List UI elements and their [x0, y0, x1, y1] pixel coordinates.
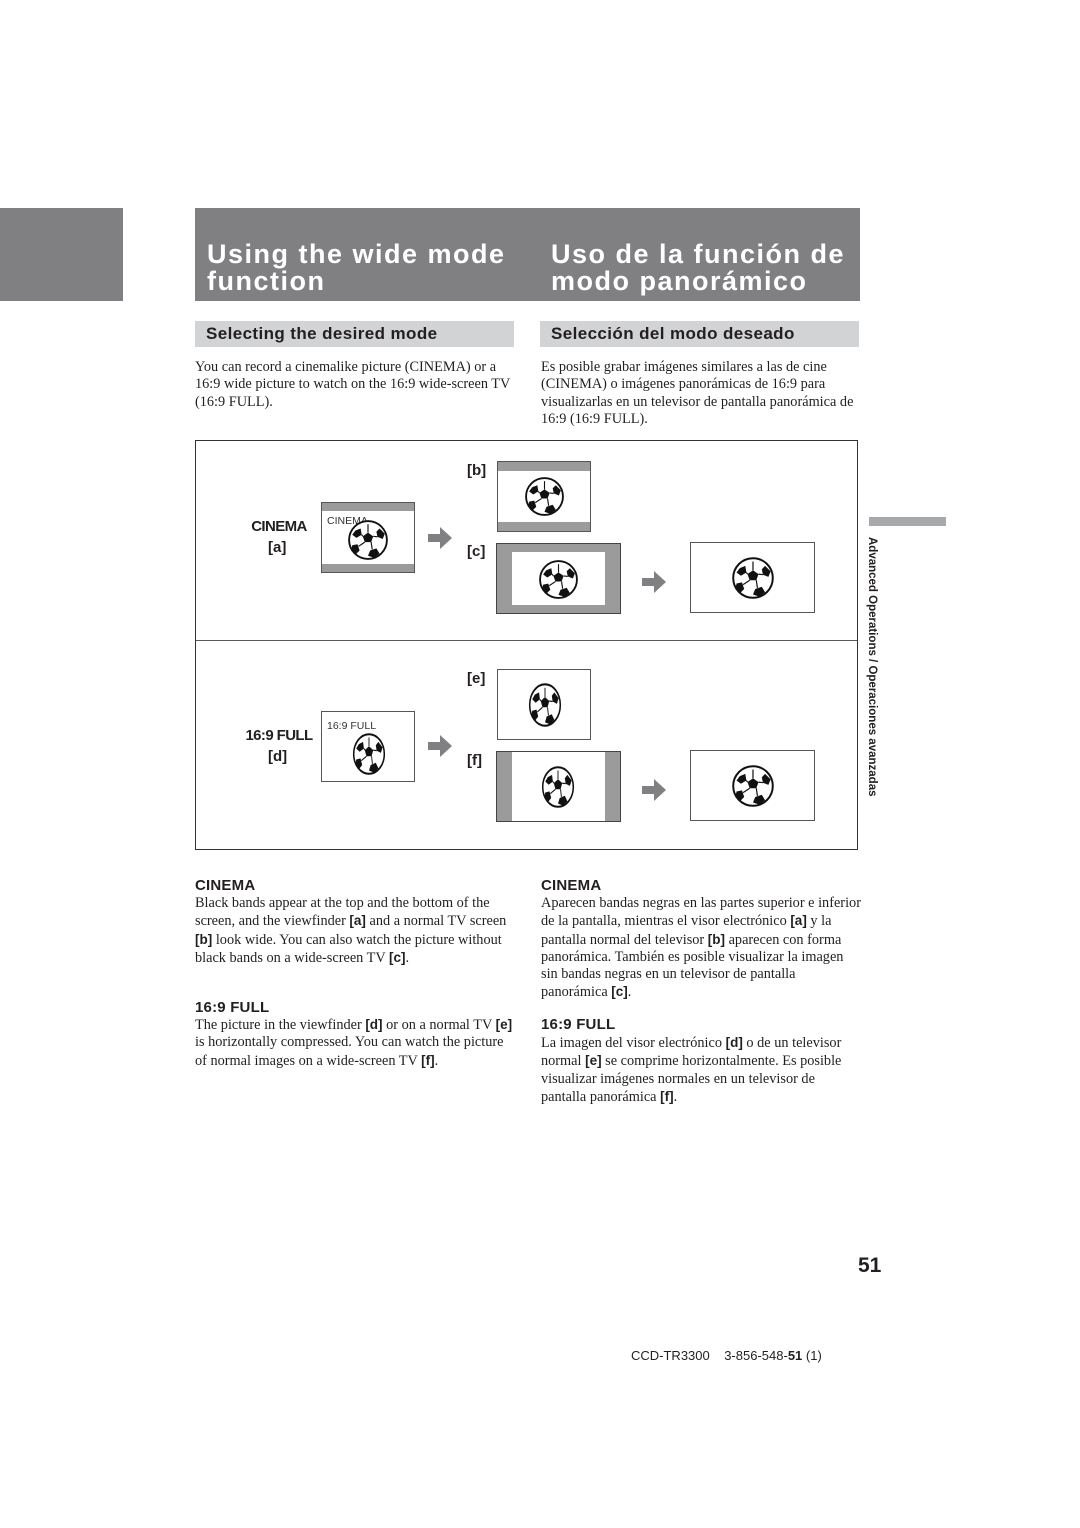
figure-ref: [c] [611, 984, 628, 1000]
bottom-band [498, 522, 590, 531]
tag-d: [d] [268, 748, 288, 765]
top-band [322, 503, 414, 511]
figure-ref: [d] [365, 1017, 383, 1032]
viewfinder-full-screen: 16:9 FULL [321, 711, 415, 782]
viewfinder-cinema-screen: CINEMA [321, 502, 415, 573]
subheading-en: Selecting the desired mode [206, 324, 438, 343]
soccer-ball-icon [352, 733, 386, 775]
arrow-right-icon [642, 571, 666, 593]
figure-ref: [a] [349, 913, 366, 929]
full-text-en: The picture in the viewfinder [d] or on … [195, 1017, 513, 1069]
wide-tv-result-full-screen [690, 750, 815, 821]
figure-ref: [a] [790, 913, 807, 929]
cinema-text-en: Black bands appear at the top and the bo… [195, 895, 507, 966]
arrow-right-icon [428, 735, 452, 757]
wide-tv-cinema-screen [496, 543, 621, 614]
page-title-en: Using the wide mode function [207, 239, 506, 296]
side-index: Advanced Operations / Operaciones avanza… [866, 537, 884, 827]
figure-ref: [b] [195, 931, 213, 947]
footer-code: CCD-TR3300 3-856-548-51 (1) [631, 1348, 822, 1363]
diagram-divider [196, 640, 857, 641]
bottom-band [322, 564, 414, 572]
figure-ref: [e] [495, 1017, 513, 1032]
cinema-heading-es: CINEMA [541, 877, 602, 894]
page-title-es: Uso de la función de modo panorámico [551, 239, 846, 296]
arrow-right-icon [428, 527, 452, 549]
footer-code-suffix: (1) [805, 1348, 822, 1363]
tag-b: [b] [467, 462, 487, 479]
side-index-label: Advanced Operations / Operaciones avanza… [866, 537, 878, 797]
cinema-text-es: Aparecen bandas negras en las partes sup… [541, 895, 861, 1001]
figure-ref: [b] [707, 931, 725, 947]
cinema-mode-label: CINEMA [251, 518, 307, 535]
intro-paragraph-en: You can record a cinemalike picture (CIN… [195, 359, 511, 410]
tag-f: [f] [467, 752, 482, 769]
soccer-ball-icon [528, 683, 562, 727]
viewfinder-caption-full: 16:9 FULL [327, 720, 377, 732]
side-index-bar [869, 517, 946, 526]
footer-code-bold: 51 [787, 1348, 803, 1363]
normal-tv-cinema-screen [497, 461, 591, 532]
full-mode-label: 16:9 FULL [245, 727, 313, 744]
soccer-ball-icon [525, 477, 564, 516]
full-text-es: La imagen del visor electrónico [d] o de… [541, 1035, 842, 1105]
subheading-es-bar: Selección del modo deseado [540, 321, 859, 347]
soccer-ball-icon [539, 560, 578, 599]
footer-code-prefix: 3-856-548- [724, 1348, 788, 1363]
footer-model: CCD-TR3300 [631, 1348, 710, 1363]
tag-a: [a] [268, 539, 287, 556]
full-heading-en: 16:9 FULL [195, 999, 270, 1016]
cinema-heading-en: CINEMA [195, 877, 256, 894]
figure-ref: [f] [421, 1052, 435, 1068]
subheading-es: Selección del modo deseado [551, 324, 795, 343]
page-number: 51 [858, 1254, 882, 1277]
top-band [498, 462, 590, 471]
full-heading-es: 16:9 FULL [541, 1016, 616, 1033]
tag-e: [e] [467, 670, 486, 687]
arrow-right-icon [642, 779, 666, 801]
figure-ref: [f] [660, 1088, 674, 1104]
wide-tv-result-cinema-screen [690, 542, 815, 613]
subheading-en-bar: Selecting the desired mode [195, 321, 514, 347]
soccer-ball-icon [732, 557, 774, 599]
figure-ref: [c] [389, 949, 406, 965]
soccer-ball-icon [732, 765, 774, 807]
soccer-ball-icon [541, 766, 575, 808]
left-band [497, 752, 512, 821]
right-band [605, 752, 620, 821]
normal-tv-full-screen [497, 669, 591, 740]
figure-ref: [d] [725, 1035, 743, 1050]
side-tab-block [0, 208, 123, 301]
tag-c: [c] [467, 543, 486, 560]
figure-ref: [e] [585, 1053, 602, 1069]
wide-tv-full-screen [496, 751, 621, 822]
soccer-ball-icon [348, 520, 388, 560]
intro-paragraph-es: Es posible grabar imágenes similares a l… [541, 359, 854, 427]
